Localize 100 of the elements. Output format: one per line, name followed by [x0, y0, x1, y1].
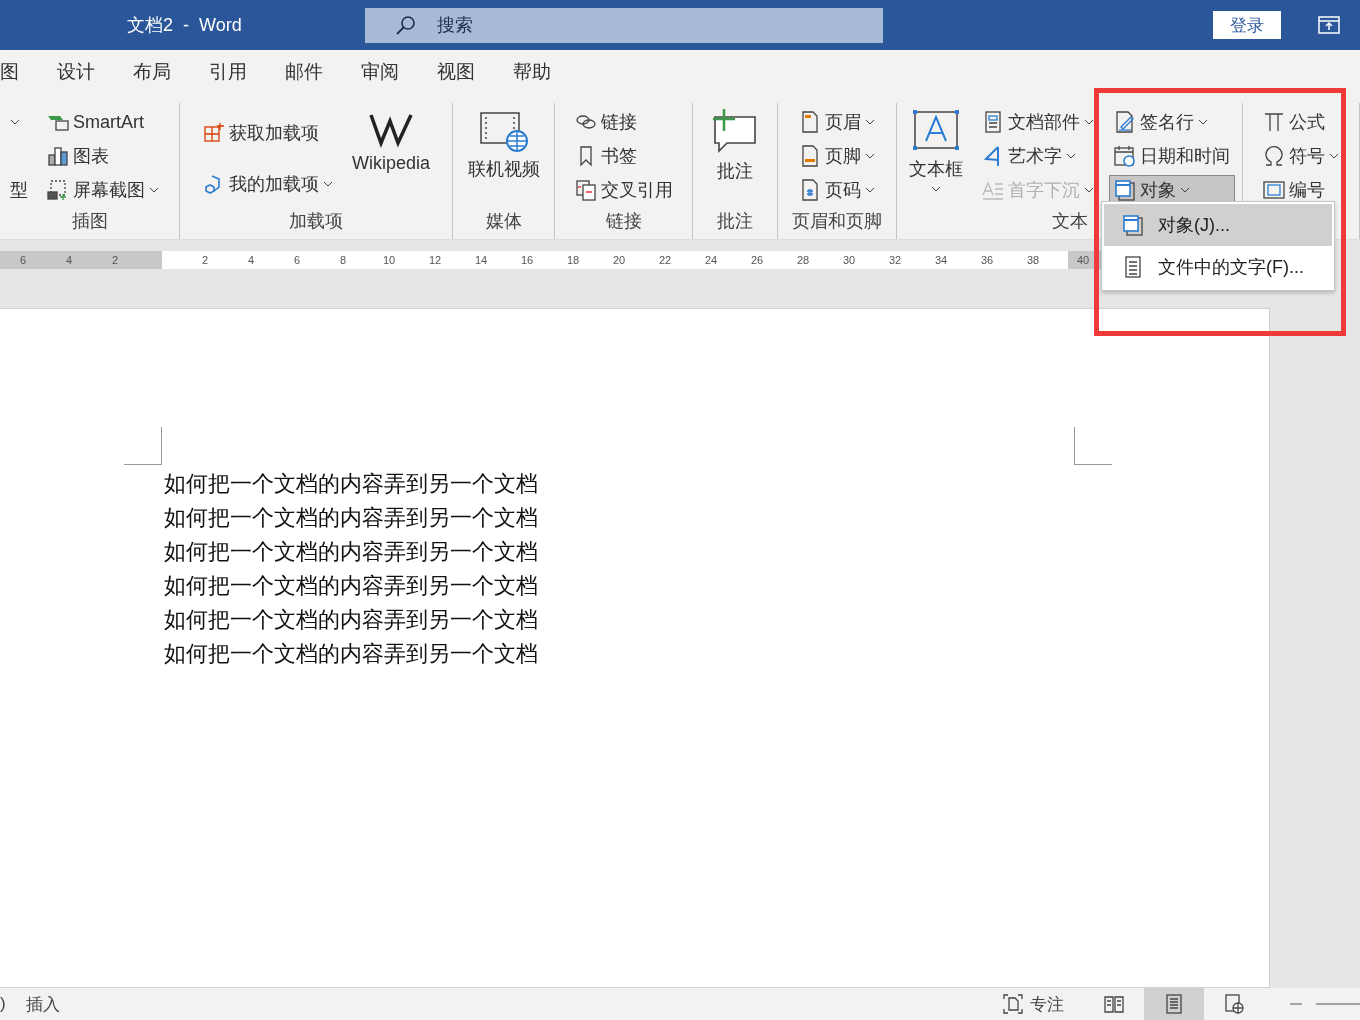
store-icon: [203, 121, 225, 144]
zoom-slider-drawing[interactable]: [1290, 1002, 1360, 1006]
ruler-number: 38: [1025, 254, 1041, 266]
page-icon: [1163, 993, 1185, 1015]
group-label: 文本: [1051, 211, 1088, 231]
ruler-number: 18: [565, 254, 581, 266]
ruler-number: 16: [519, 254, 535, 266]
document-text-line: 如何把一个文档的内容弄到另一个文档: [164, 504, 539, 532]
ruler-number: 8: [338, 254, 348, 266]
status-text: ): [0, 994, 6, 1014]
ribbon-button[interactable]: 书签: [569, 141, 678, 171]
book-icon: [1103, 993, 1125, 1015]
screenshot-icon: [47, 179, 69, 201]
drop-cap-icon: [981, 179, 1004, 201]
ruler-number: 28: [795, 254, 811, 266]
ribbon-button[interactable]: 公式: [1258, 107, 1344, 137]
ruler-number: 2: [110, 254, 120, 266]
ribbon-large-button[interactable]: Wikipedia: [348, 103, 434, 209]
signature-icon: [1113, 111, 1136, 133]
ruler-number: 32: [887, 254, 903, 266]
ribbon-button-label[interactable]: 型: [10, 178, 28, 202]
ribbon-button[interactable]: 页眉: [794, 107, 880, 137]
group-label: 页眉和页脚: [792, 211, 882, 231]
ruler-number: 10: [381, 254, 397, 266]
ruler-number: 34: [933, 254, 949, 266]
omega-icon: [1263, 145, 1285, 167]
ruler-number: 2: [200, 254, 210, 266]
caret-icon: [10, 118, 20, 126]
ribbon-button[interactable]: 日期和时间: [1108, 141, 1235, 171]
group-label: 媒体: [485, 211, 522, 231]
text-file-icon: [1122, 256, 1144, 278]
ribbon-tab[interactable]: 引用: [190, 59, 266, 88]
ruler-number: 36: [979, 254, 995, 266]
ribbon-button[interactable]: 获取加载项: [198, 117, 338, 148]
ribbon-button[interactable]: 页码: [794, 175, 880, 205]
ruler-number: 12: [427, 254, 443, 266]
group-label: 加载项: [289, 211, 343, 231]
ribbon-tab[interactable]: 视图: [418, 59, 494, 88]
ruler-number: 6: [18, 254, 28, 266]
document-text-line: 如何把一个文档的内容弄到另一个文档: [164, 606, 539, 634]
focus-icon: [1002, 993, 1024, 1015]
header-icon: [799, 111, 821, 133]
document-text-line: 如何把一个文档的内容弄到另一个文档: [164, 470, 539, 498]
search-icon: [395, 13, 417, 36]
calendar-clock-icon: [1113, 145, 1136, 167]
ribbon-large-button[interactable]: 文本框: [904, 103, 967, 209]
ribbon-display-icon[interactable]: [1318, 16, 1340, 34]
ribbon-tab[interactable]: 审阅: [342, 59, 418, 88]
document-text-line: 如何把一个文档的内容弄到另一个文档: [164, 572, 539, 600]
ruler-number: 14: [473, 254, 489, 266]
video-globe-icon: [478, 109, 529, 153]
number-frame-icon: [1263, 179, 1285, 201]
window-title: 文档2 - Word: [127, 14, 243, 37]
document-text-line: 如何把一个文档的内容弄到另一个文档: [164, 640, 539, 668]
web-page-icon: [1223, 993, 1245, 1015]
ribbon-button[interactable]: 链接: [569, 107, 678, 137]
ribbon-button[interactable]: 我的加载项: [198, 168, 338, 199]
ruler-number: 40: [1075, 254, 1091, 266]
ribbon-button[interactable]: 艺术字: [976, 141, 1099, 171]
ribbon-button[interactable]: 屏幕截图: [42, 175, 164, 205]
group-label: 插图: [71, 211, 108, 231]
ribbon-button[interactable]: 页脚: [794, 141, 880, 171]
ribbon-button[interactable]: 编号: [1258, 175, 1344, 205]
search-field[interactable]: 搜索: [365, 7, 883, 43]
comment-add-icon: [711, 109, 759, 155]
focus-button[interactable]: 专注: [1002, 992, 1064, 1016]
pi-icon: [1263, 111, 1285, 133]
ribbon-button[interactable]: SmartArt: [42, 107, 164, 137]
group-label: 批注: [717, 211, 753, 231]
sign-in-button[interactable]: 登录: [1213, 11, 1281, 39]
ruler-number: 6: [292, 254, 302, 266]
view-button[interactable]: [1144, 988, 1204, 1020]
margin-corner-mark: [1074, 427, 1112, 465]
page-number-icon: [799, 179, 821, 201]
ribbon-button[interactable]: 文档部件: [976, 107, 1099, 137]
document-page[interactable]: 如何把一个文档的内容弄到另一个文档 如何把一个文档的内容弄到另一个文档 如何把一个文档的内容弄到另一个文档 如何把一个文档的内容弄到另一个文档 如何把一个文档的内容弄到另一个文档 如何把一个文档的内容弄到另一个文档: [0, 308, 1270, 988]
margin-corner-mark: [124, 427, 162, 465]
footer-icon: [799, 145, 821, 167]
document-text-line: 如何把一个文档的内容弄到另一个文档: [164, 538, 539, 566]
ribbon-button[interactable]: 签名行: [1108, 107, 1235, 137]
ruler-number: 20: [611, 254, 627, 266]
ribbon-large-button[interactable]: 联机视频: [463, 103, 544, 209]
ribbon-tab[interactable]: 图: [0, 59, 38, 88]
ribbon-button[interactable]: 符号: [1258, 141, 1344, 171]
ribbon-button[interactable]: 交叉引用: [569, 175, 678, 205]
ribbon-button[interactable]: 图表: [42, 141, 164, 171]
ruler-number: 4: [246, 254, 256, 266]
ruler-number: 24: [703, 254, 719, 266]
ribbon-tab[interactable]: 布局: [114, 59, 190, 88]
ribbon-large-button[interactable]: 批注: [707, 103, 763, 209]
group-label: 链接: [605, 211, 642, 231]
text-box-icon: [911, 109, 960, 153]
ribbon-tab[interactable]: 帮助: [494, 59, 570, 88]
ruler-number: 30: [841, 254, 857, 266]
ribbon-tab[interactable]: 设计: [38, 59, 114, 88]
status-text: 插入: [25, 993, 60, 1016]
chart-icon: [47, 145, 69, 167]
menu-item[interactable]: 对象(J)...: [1104, 204, 1332, 246]
ribbon-tab[interactable]: 邮件: [266, 59, 342, 88]
cross-reference-icon: [574, 179, 597, 201]
